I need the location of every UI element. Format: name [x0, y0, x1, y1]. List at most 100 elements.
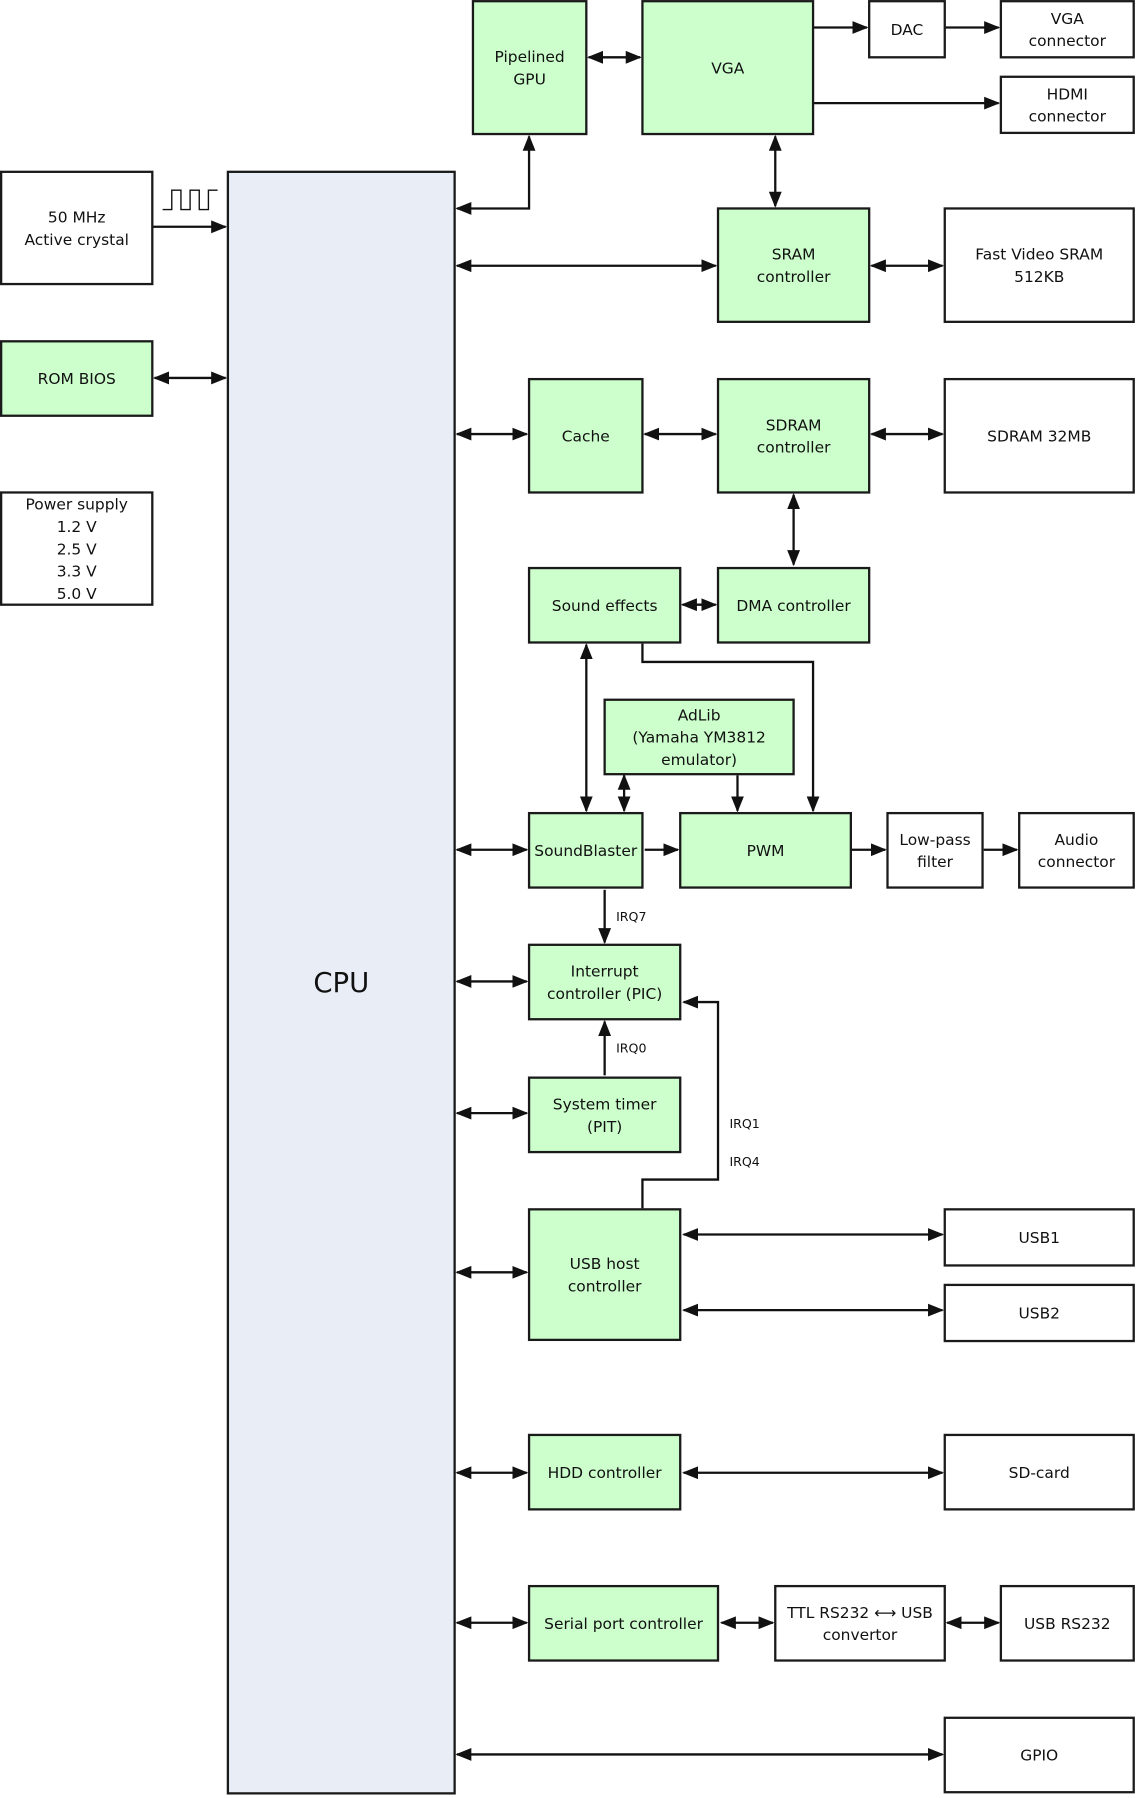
crystal-label: 50 MHz [48, 208, 106, 226]
audio-connector-label: connector [1038, 853, 1116, 871]
sdram-controller-label: SDRAM [766, 416, 822, 434]
power-supply-label: 2.5 V [57, 540, 97, 558]
rom-bios-label: ROM BIOS [38, 370, 116, 388]
adlib-label: AdLib [678, 706, 721, 724]
sound-effects-block[interactable]: Sound effects [527, 566, 682, 644]
vga-label: VGA [711, 59, 745, 77]
ttl-convertor-box [774, 1584, 946, 1662]
irq4-label: IRQ4 [729, 1154, 759, 1169]
sdram-block[interactable]: SDRAM 32MB [943, 377, 1135, 494]
pit-block[interactable]: System timer (PIT) [527, 1076, 682, 1154]
sdram-controller-label: controller [757, 439, 831, 457]
vga-connector-label: VGA [1051, 10, 1085, 28]
pic-label: controller (PIC) [547, 985, 662, 1003]
pwm-block[interactable]: PWM [679, 811, 853, 889]
usb-rs232-block[interactable]: USB RS232 [999, 1584, 1135, 1662]
vga-connector-block[interactable]: VGA connector [999, 0, 1135, 59]
gpu-box [471, 0, 588, 136]
system-block-diagram: IRQ7 IRQ0 IRQ1 IRQ4 CPU 50 MHz Active cry… [0, 0, 1135, 1795]
dac-block[interactable]: DAC [868, 0, 946, 59]
usb-host-controller-block[interactable]: USB host controller [527, 1208, 682, 1342]
crystal-label: Active crystal [24, 231, 128, 249]
power-supply-label: 1.2 V [57, 518, 97, 536]
rom-bios-block[interactable]: ROM BIOS [0, 340, 154, 417]
low-pass-filter-label: Low-pass [899, 831, 970, 849]
usb-host-box [527, 1208, 682, 1342]
cache-label: Cache [562, 428, 610, 446]
usb2-block[interactable]: USB2 [943, 1283, 1135, 1343]
adlib-label: emulator) [661, 751, 737, 769]
sdram-controller-block[interactable]: SDRAM controller [716, 377, 871, 494]
sram-controller-box [716, 207, 871, 323]
power-supply-label: Power supply [26, 496, 128, 514]
irq1-label: IRQ1 [729, 1116, 759, 1131]
sdram-label: SDRAM 32MB [987, 428, 1091, 446]
vga-block[interactable]: VGA [641, 0, 815, 136]
sram-controller-label: SRAM [772, 246, 816, 264]
pit-box [527, 1076, 682, 1154]
dma-controller-label: DMA controller [736, 597, 851, 615]
low-pass-filter-box [886, 811, 984, 889]
adlib-block[interactable]: AdLib (Yamaha YM3812 emulator) [603, 698, 795, 776]
audio-connector-box [1018, 811, 1135, 889]
wire-gpu-cpu [455, 134, 536, 215]
audio-connector-block[interactable]: Audio connector [1018, 811, 1135, 889]
irq0-label: IRQ0 [616, 1040, 646, 1055]
fast-video-sram-label: 512KB [1014, 268, 1064, 286]
serial-port-controller-block[interactable]: Serial port controller [527, 1584, 720, 1662]
dma-controller-block[interactable]: DMA controller [716, 566, 871, 644]
irq7-label: IRQ7 [616, 909, 646, 924]
vga-connector-label: connector [1029, 32, 1107, 50]
pic-box [527, 943, 682, 1021]
serial-controller-label: Serial port controller [544, 1615, 703, 1633]
dac-label: DAC [891, 21, 924, 39]
sram-controller-label: controller [757, 268, 831, 286]
usb2-label: USB2 [1018, 1305, 1060, 1323]
clock-waveform-icon [162, 189, 218, 211]
gpio-label: GPIO [1020, 1747, 1058, 1765]
sound-effects-label: Sound effects [552, 597, 658, 615]
soundblaster-block[interactable]: SoundBlaster [527, 811, 644, 889]
hdmi-connector-label: connector [1029, 108, 1107, 126]
hdmi-connector-label: HDMI [1047, 85, 1088, 103]
blocks: CPU 50 MHz Active crystal ROM BIOS Power … [0, 0, 1135, 1795]
sd-card-block[interactable]: SD-card [943, 1433, 1135, 1511]
cache-block[interactable]: Cache [527, 377, 644, 494]
gpu-label: Pipelined [495, 48, 565, 66]
low-pass-filter-block[interactable]: Low-pass filter [886, 811, 984, 889]
pic-block[interactable]: Interrupt controller (PIC) [527, 943, 682, 1021]
gpu-label: GPU [513, 71, 546, 89]
hdmi-connector-block[interactable]: HDMI connector [999, 75, 1135, 135]
power-supply-label: 5.0 V [57, 585, 97, 603]
audio-connector-label: Audio [1055, 831, 1099, 849]
cpu-block[interactable]: CPU [226, 170, 456, 1795]
fast-video-sram-box [943, 207, 1135, 323]
ttl-convertor-label: convertor [823, 1626, 898, 1644]
hdd-controller-block[interactable]: HDD controller [527, 1433, 682, 1511]
power-supply-block[interactable]: Power supply 1.2 V 2.5 V 3.3 V 5.0 V [0, 491, 154, 606]
sd-card-label: SD-card [1009, 1464, 1070, 1482]
fast-video-sram-block[interactable]: Fast Video SRAM 512KB [943, 207, 1135, 323]
crystal-block[interactable]: 50 MHz Active crystal [0, 170, 154, 286]
adlib-label: (Yamaha YM3812 [632, 729, 765, 747]
usb-host-label: USB host [570, 1255, 640, 1273]
soundblaster-label: SoundBlaster [534, 842, 638, 860]
usb-rs232-label: USB RS232 [1024, 1615, 1111, 1633]
pwm-label: PWM [747, 842, 785, 860]
crystal-box [0, 170, 154, 286]
ttl-convertor-label: TTL RS232 ⟷ USB [786, 1604, 933, 1622]
ttl-rs232-usb-convertor-block[interactable]: TTL RS232 ⟷ USB convertor [774, 1584, 946, 1662]
usb-host-label: controller [568, 1278, 642, 1296]
sdram-controller-box [716, 377, 871, 494]
sram-controller-block[interactable]: SRAM controller [716, 207, 871, 323]
low-pass-filter-label: filter [917, 853, 954, 871]
power-supply-label: 3.3 V [57, 563, 97, 581]
cpu-label: CPU [313, 967, 369, 999]
hdd-controller-label: HDD controller [548, 1464, 663, 1482]
usb1-block[interactable]: USB1 [943, 1208, 1135, 1267]
pit-label: (PIT) [587, 1118, 622, 1136]
usb1-label: USB1 [1018, 1229, 1060, 1247]
gpu-block[interactable]: Pipelined GPU [471, 0, 588, 136]
fast-video-sram-label: Fast Video SRAM [975, 246, 1103, 264]
gpio-block[interactable]: GPIO [943, 1716, 1135, 1794]
